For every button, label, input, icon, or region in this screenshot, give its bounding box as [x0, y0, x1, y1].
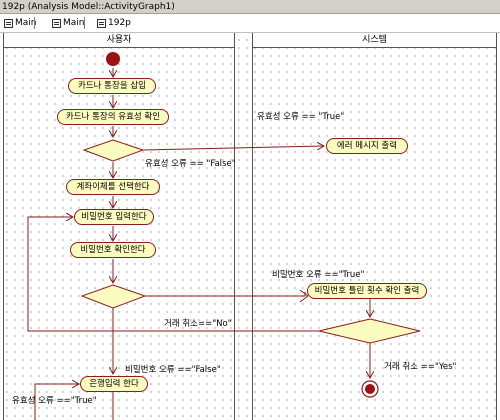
diagram-icon [4, 18, 13, 28]
diagram-tab-bar: Main Main 192p [0, 14, 500, 33]
decision-validity[interactable] [82, 139, 145, 162]
flow-decision-to-error [142, 146, 324, 151]
activity-validate-card[interactable]: 카드나 통장의 유효성 확인 [57, 109, 169, 125]
decision-pin[interactable] [80, 284, 147, 309]
flow-decision-to-count [145, 292, 306, 297]
activity-insert-card[interactable]: 카드나 통장을 삽입 [68, 78, 156, 94]
activity-bank-input[interactable]: 은행입력 한다 [80, 376, 148, 392]
tab-192p[interactable]: 192p [97, 16, 131, 30]
tab-main-1[interactable]: Main [4, 16, 37, 30]
activity-enter-pin[interactable]: 비밀번호 입력한다 [74, 209, 154, 225]
decision-cancel[interactable] [318, 318, 421, 344]
guard-cancel-no: 거래 취소=="No" [164, 319, 232, 329]
guard-pin-false: 비밀번호 오류 =="False" [125, 365, 221, 375]
diagram-icon [52, 18, 61, 28]
flow-arrowhead [299, 295, 309, 303]
tab-label: 192p [108, 18, 131, 28]
guard-valid-true-2: 유효성 오류 =="True" [12, 396, 97, 406]
final-node-inner [365, 384, 375, 394]
guard-pin-true: 비밀번호 오류 =="True" [272, 270, 365, 280]
diagram-icon [97, 18, 106, 28]
tab-separator [84, 17, 85, 29]
activity-select-transfer[interactable]: 계좌이체를 선택한다 [66, 179, 160, 195]
activity-wrong-count[interactable]: 비밀번호 틀린 횟수 확인 출력 [307, 283, 427, 299]
window-title: 192p (Analysis Model::ActivityGraph1) [0, 0, 500, 14]
tab-main-2[interactable]: Main [52, 16, 85, 30]
tab-label: Main [63, 18, 85, 28]
diagram-canvas[interactable]: 사용자 시스템 카드나 통장을 삽입 카드나 통장의 유효성 확인 에러 메시지… [0, 33, 500, 420]
guard-cancel-yes: 거래 취소 =="Yes" [384, 362, 457, 372]
activity-error-message[interactable]: 에러 메시지 출력 [326, 138, 408, 154]
initial-node[interactable] [106, 52, 120, 66]
activity-confirm-pin[interactable]: 비밀번호 확인한다 [70, 242, 156, 258]
guard-valid-false: 유효성 오류 == "False" [145, 159, 236, 169]
tab-separator [34, 17, 35, 29]
guard-valid-true: 유효성 오류 == "True" [257, 112, 345, 122]
